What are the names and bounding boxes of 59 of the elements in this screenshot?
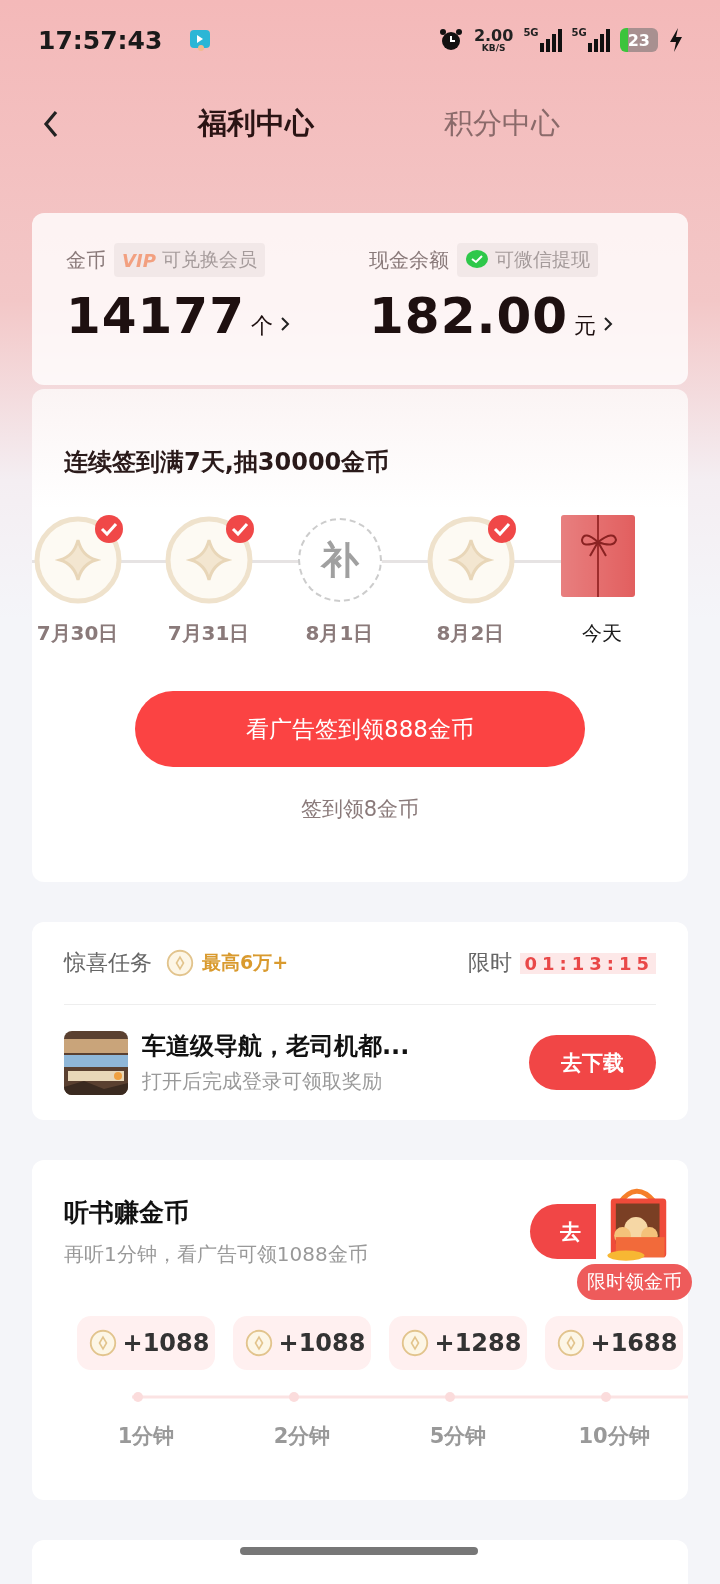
task-section-title: 惊喜任务 [64,949,152,977]
coin-icon [33,516,122,604]
reward-chip: +1088 [233,1316,371,1370]
coin-icon [426,516,515,604]
reward-chip: +1288 [389,1316,527,1370]
checkin-date: 7月30日 [36,620,119,647]
status-time: 17:57:43 [38,25,163,55]
max-reward: 最高6万+ [202,950,289,975]
coin-icon [400,1329,429,1357]
chevron-right-icon[interactable] [602,315,614,333]
coins-unit: 个 [250,312,273,340]
checkin-date: 今天 [581,620,622,647]
listen-title: 听书赚金币 [64,1197,190,1229]
network-type: 5G [571,28,587,38]
milestone-time: 5分钟 [429,1423,487,1450]
nav-tab[interactable]: 积分中心 [440,100,564,148]
download-button[interactable]: 去下载 [529,1035,656,1090]
app-notification-icon [188,28,213,52]
limit-label: 限时 [468,949,513,977]
countdown-timer: 01:13:15 [520,952,656,974]
milestone-time: 10分钟 [578,1423,650,1450]
chat-bubble-check-icon [465,249,490,271]
coin-icon [166,949,194,977]
task-title: 车道级导航，老司机都... [142,1031,411,1062]
checkin-date: 7月31日 [167,620,250,647]
reward-chip: +1088 [77,1316,215,1370]
cash-unit: 元 [574,312,596,340]
milestone-time: 2分钟 [273,1423,331,1450]
checkin-date: 8月1日 [305,620,374,647]
signal-icon [539,28,562,52]
network-type: 5G [523,28,539,38]
checkin-title: 连续签到满7天,抽30000金币 [64,447,390,478]
vip-exchange-tag[interactable]: VIP 可兑换会员 [114,243,265,277]
charging-icon [668,28,684,52]
coin-icon [164,516,253,604]
coin-icon [244,1329,273,1357]
coins-balance[interactable]: 14177 [66,287,245,345]
checkin-date: 8月2日 [436,620,505,647]
cash-label: 现金余额 [369,246,450,274]
network-speed: 2.00 KB/S [473,27,514,53]
reward-chip: +1688 [545,1316,683,1370]
checkin-link[interactable]: 签到领8金币 [294,794,426,824]
wechat-withdraw-tag[interactable]: 可微信提现 [457,243,599,277]
milestone-time: 1分钟 [117,1423,175,1450]
collect-button[interactable]: 去 [530,1204,596,1259]
alarm-icon [437,27,464,53]
makeup-mark[interactable]: 补 [297,518,382,602]
signal-icon [587,28,610,52]
chevron-right-icon[interactable] [278,315,291,333]
watch-ad-checkin-button[interactable]: 看广告签到领888金币 [135,691,585,767]
coins-label: 金币 [66,246,106,274]
coin-icon [88,1329,117,1357]
limited-coin-badge[interactable]: 限时领金币 [577,1264,692,1300]
battery-level: 23 [619,28,658,52]
listen-subtitle: 再听1分钟，看广告可领1088金币 [64,1241,368,1268]
nav-tab[interactable]: 福利中心 [194,100,318,148]
cash-balance[interactable]: 182.00 [369,287,568,345]
coin-icon [556,1329,585,1357]
task-description: 打开后完成登录可领取奖励 [142,1068,383,1095]
